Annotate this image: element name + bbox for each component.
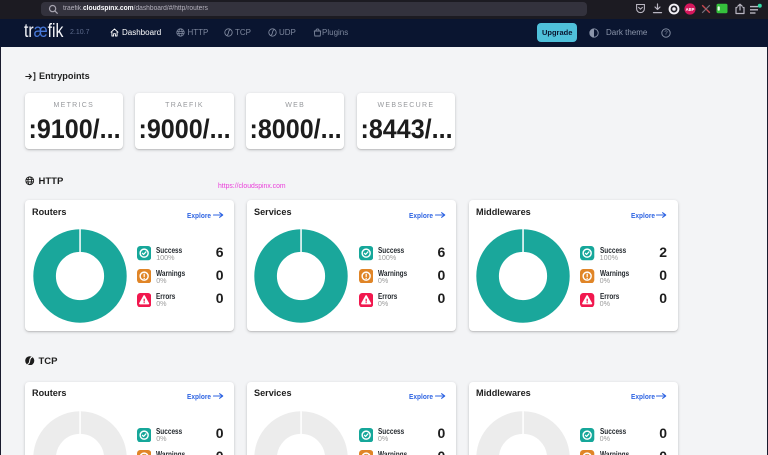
svg-text:ABP: ABP [685, 6, 694, 11]
svg-text:?: ? [664, 31, 668, 37]
